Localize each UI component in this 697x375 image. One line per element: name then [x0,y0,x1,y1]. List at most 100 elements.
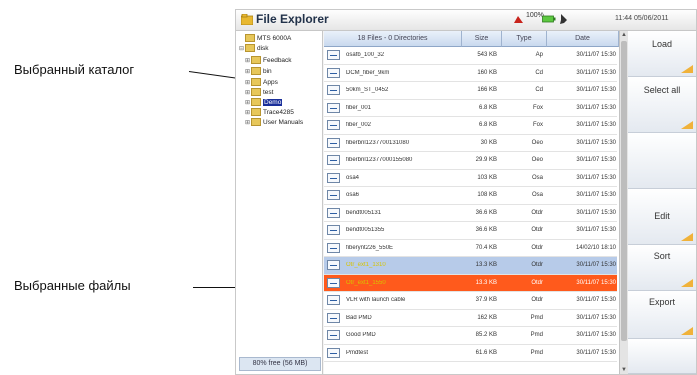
tree-item-label: Trace4285 [263,109,294,116]
trace-file-icon [327,190,340,200]
file-row[interactable]: fiberbnl12377000155080 29.9 KB Oeo 30/11/07… [324,152,617,170]
column-header-name[interactable]: 18 Files - 0 Directories [324,31,462,47]
trace-file-icon [327,155,340,165]
file-row[interactable]: Bad PMD 162 KB Pmd 30/11/07 15:30 [324,310,617,327]
file-row[interactable]: Pmdtest 61.6 KB Pmd 30/11/07 15:30 [324,345,617,362]
edit-label: Edit [654,211,670,221]
file-explorer-icon [241,14,253,25]
file-row[interactable]: VLR with launch cable 37.9 KB Otdr 30/11/07… [324,292,617,310]
tree-item-disk[interactable]: ⊟ disk [239,44,269,53]
empty-softkey-1[interactable] [628,133,696,189]
file-type: Cd [535,69,543,76]
file-type: Oeo [531,139,543,146]
file-type: Otdr [531,279,543,286]
file-type: Ap [535,52,543,58]
file-name: osa4 [346,174,360,181]
softkey-corner-icon [681,327,693,335]
file-row[interactable]: fiber_002 6.8 KB Fox 30/11/07 15:30 [324,117,617,135]
file-type: Otdr [531,244,543,251]
edit-button[interactable]: Edit [628,189,696,245]
tree-item-label: test [263,89,274,96]
file-row[interactable]: fiberynt226_550E 70.4 KB Otdr 14/02/10 18:1… [324,240,617,257]
file-date: 30/11/07 15:30 [576,262,616,268]
tree-item-label: MTS 6000A [257,35,292,42]
trace-file-icon [327,260,340,270]
tree-item-label: bin [263,68,272,75]
file-row[interactable]: fiberbnl1237700131080 30 KB Oeo 30/11/07 15… [324,135,617,152]
file-date: 30/11/07 15:30 [576,227,616,233]
trace-file-icon [327,277,340,288]
file-type: Pmd [530,332,543,338]
file-name: Otr_ext1_1550 [346,279,386,286]
file-explorer-window: File Explorer 100% 11:44 05/06/2011 MTS … [235,9,697,375]
folder-icon [251,108,261,117]
file-name: VLR with launch cable [346,297,406,303]
file-type: Pmd [530,314,543,321]
trace-file-icon [327,225,340,235]
export-button[interactable]: Export [628,291,696,339]
file-size: 13.3 KB [475,279,497,286]
plug-icon [560,14,567,24]
file-name: DCM_fiber_9km [346,69,390,76]
tree-item-mts[interactable]: MTS 6000A [239,34,291,43]
trace-file-icon [327,120,340,130]
trace-file-icon [327,50,340,60]
file-row[interactable]: osa6 108 KB Osa 30/11/07 15:30 [324,187,617,205]
trace-file-icon [327,312,340,323]
file-row[interactable]: Good PMD 85.2 KB Pmd 30/11/07 15:30 [324,327,617,345]
trace-file-icon [327,242,340,253]
file-size: 108 KB [477,192,497,198]
file-row-selected[interactable]: Otr_ext1_1550 13.3 KB Otdr 30/11/07 15:30 [324,274,617,292]
file-list-scrollbar[interactable]: ▲ ▼ [619,31,628,374]
load-button[interactable]: Load [628,31,696,77]
column-header-type[interactable]: Type [502,31,547,47]
tree-item-trace[interactable]: ⊞ Trace4285 [245,108,294,117]
file-date: 30/11/07 15:30 [576,192,616,198]
trace-file-icon [327,295,340,305]
file-row[interactable]: osa4 103 KB Osa 30/11/07 15:30 [324,170,617,187]
sort-button[interactable]: Sort [628,245,696,291]
tree-item-demo-selected[interactable]: ⊞ Demo [245,98,283,107]
file-row[interactable]: fiber_001 6.8 KB Fox 30/11/07 15:30 [324,100,617,117]
file-type: Otdr [531,262,543,268]
file-row[interactable]: bendt0051355 36.6 KB Otdr 30/11/07 15:30 [324,222,617,240]
tree-item-label: Apps [263,79,278,86]
file-size: 13.3 KB [475,262,497,268]
select-all-button[interactable]: Select all [628,77,696,133]
tree-item-feedback[interactable]: ⊞ Feedback [245,56,292,65]
file-list[interactable]: 18 Files - 0 Directories Size Type Date … [324,31,628,374]
tree-item-test[interactable]: ⊞ test [245,88,273,97]
window-title: File Explorer [256,12,329,26]
directory-tree[interactable]: MTS 6000A ⊟ disk ⊞ Feedback ⊞ bin ⊞ Apps ⊞ te… [236,31,323,374]
file-row[interactable]: 50km_ST_0452 166 KB Cd 30/11/07 15:30 [324,82,617,100]
tree-item-bin[interactable]: ⊞ bin [245,67,272,76]
file-row-selected[interactable]: Otr_ext1_1310 13.3 KB Otdr 30/11/07 15:30 [324,257,617,275]
file-row[interactable]: bendt005131 36.6 KB Otdr 30/11/07 15:30 [324,205,617,222]
tree-item-label: Feedback [263,57,292,64]
file-date: 30/11/07 15:30 [576,52,616,58]
tree-item-apps[interactable]: ⊞ Apps [245,78,278,87]
folder-icon [251,98,261,107]
export-label: Export [648,297,675,307]
tree-item-user-manuals[interactable]: ⊞ User Manuals [245,118,303,127]
file-row[interactable]: osafb_100_32 543 KB Ap 30/11/07 15:30 [324,47,617,65]
scroll-thumb[interactable] [621,41,627,341]
trace-file-icon [327,347,340,358]
empty-softkey-2[interactable] [628,339,696,374]
clock: 11:44 05/06/2011 [615,15,669,22]
file-row[interactable]: DCM_fiber_9km 160 KB Cd 30/11/07 15:30 [324,65,617,82]
file-date: 30/11/07 15:30 [576,157,616,163]
sort-label: Sort [653,251,671,261]
file-size: 103 KB [477,174,497,181]
trace-file-icon [327,172,340,183]
file-name: bendt0051355 [346,227,385,233]
file-date: 30/11/07 15:30 [576,332,616,338]
column-header-size[interactable]: Size [462,31,502,47]
scroll-up-arrow-icon[interactable]: ▲ [620,31,628,39]
file-date: 30/11/07 15:30 [576,87,616,93]
file-type: Cd [535,87,543,93]
column-header-date[interactable]: Date [547,31,619,47]
trace-file-icon [327,207,340,218]
file-type: Osa [531,192,543,198]
softkey-corner-icon [681,121,693,129]
